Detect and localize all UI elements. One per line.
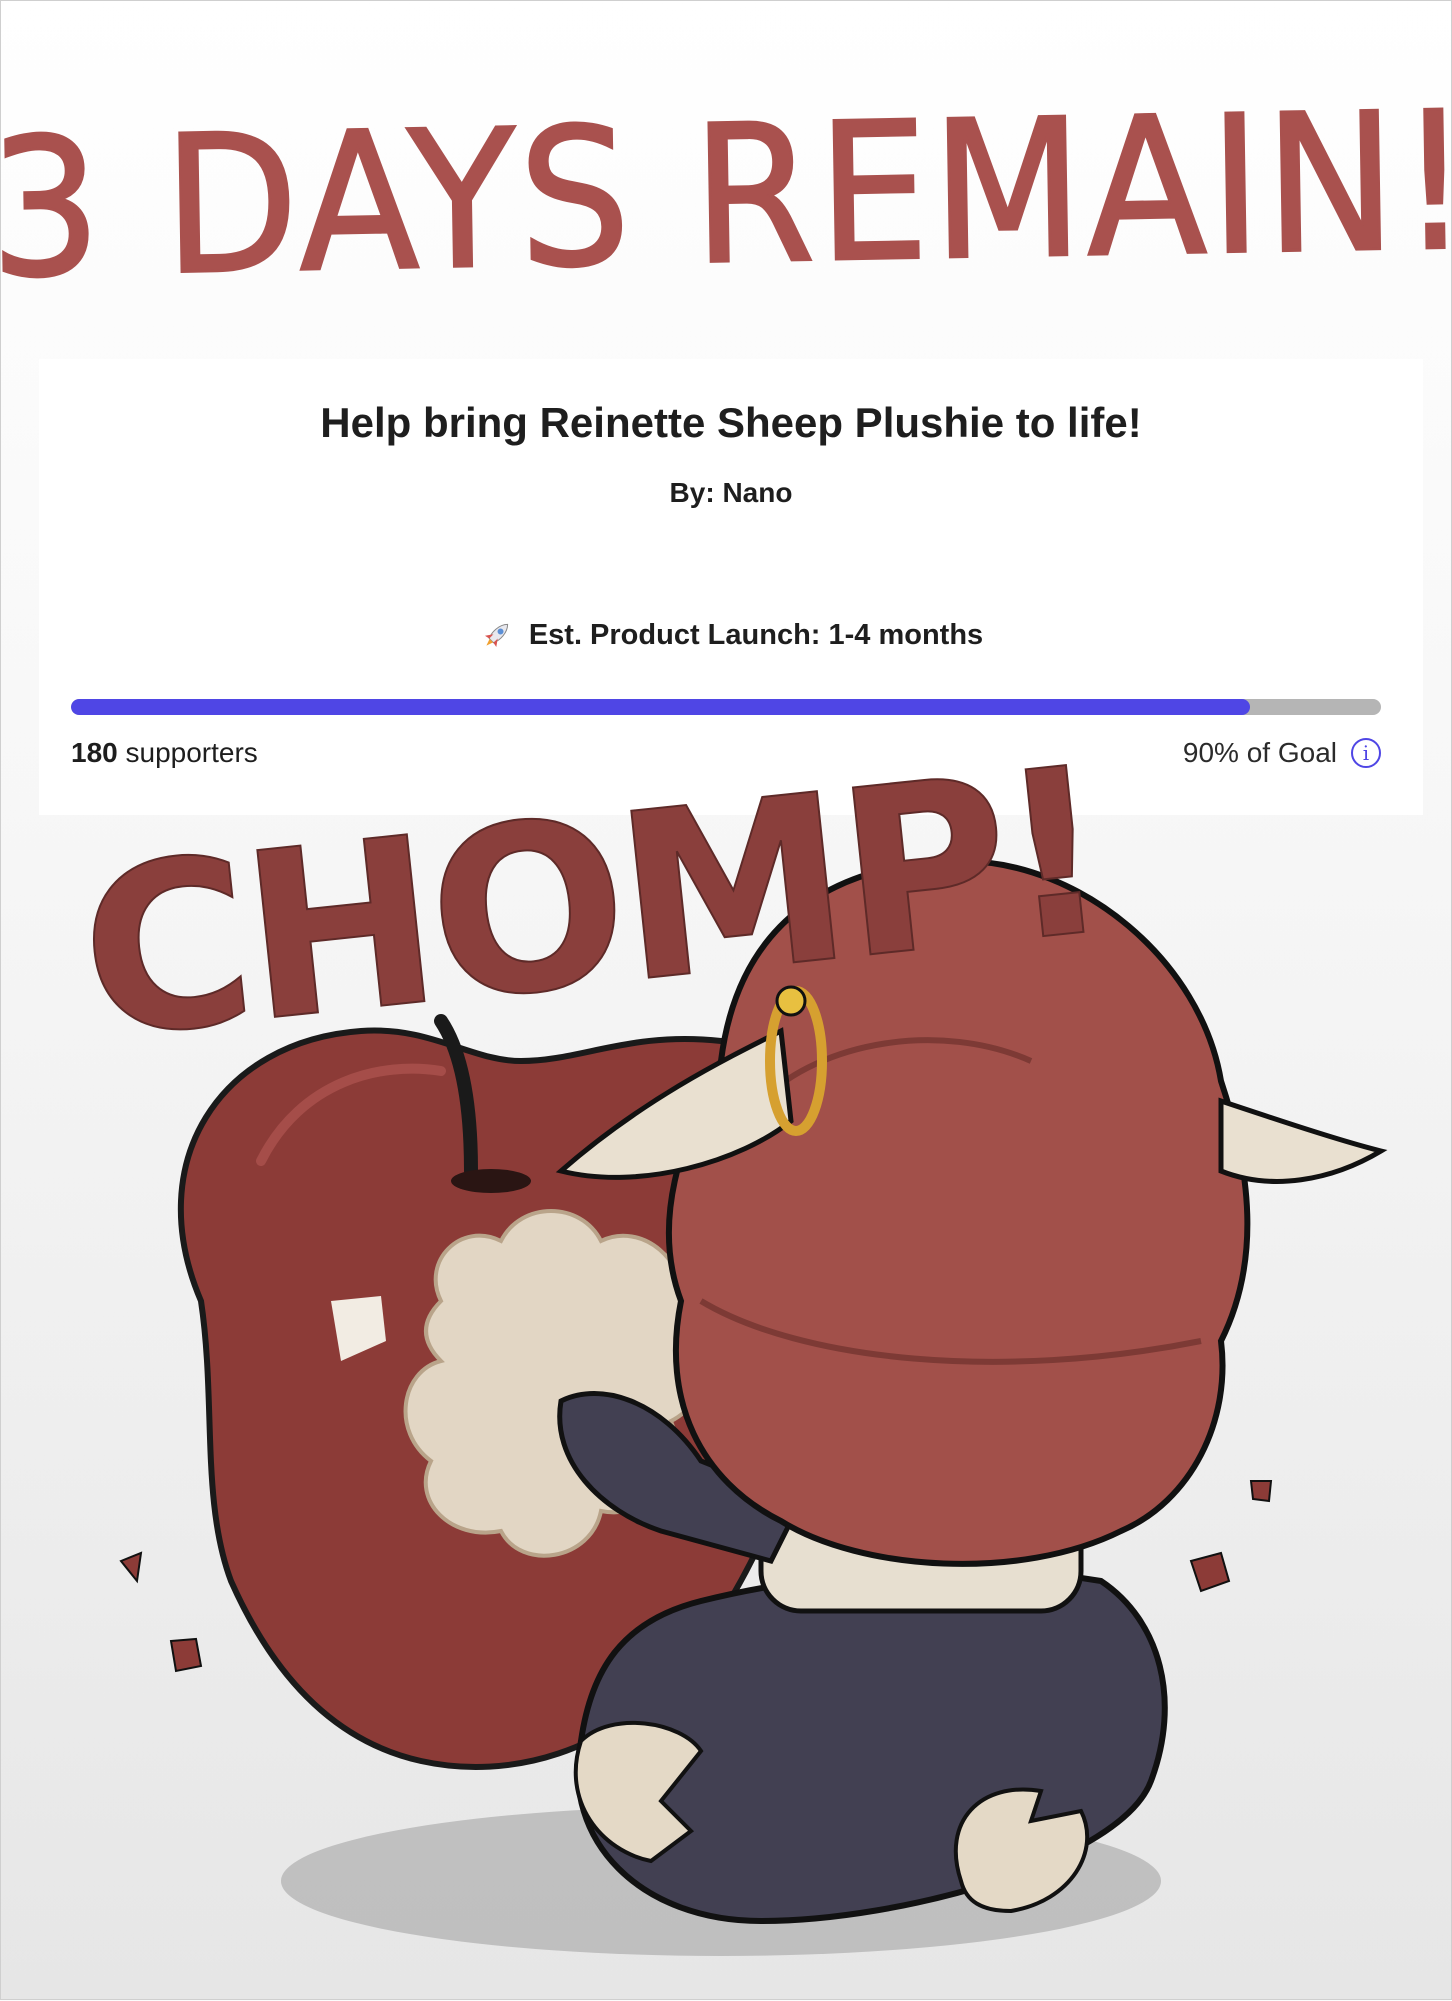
campaign-title[interactable]: Help bring Reinette Sheep Plushie to lif… bbox=[39, 399, 1423, 447]
rocket-icon bbox=[484, 623, 508, 648]
funding-progress-fill bbox=[71, 699, 1250, 715]
launch-estimate: Est. Product Launch: 1-4 months bbox=[39, 617, 1423, 653]
funding-progress-bar bbox=[71, 699, 1381, 715]
countdown-text: 3 DAYS REMAIN! bbox=[0, 70, 1452, 322]
countdown-banner: 3 DAYS REMAIN! bbox=[0, 70, 1452, 322]
launch-estimate-text: Est. Product Launch: 1-4 months bbox=[528, 618, 984, 651]
creator-byline[interactable]: By: Nano bbox=[39, 477, 1423, 509]
